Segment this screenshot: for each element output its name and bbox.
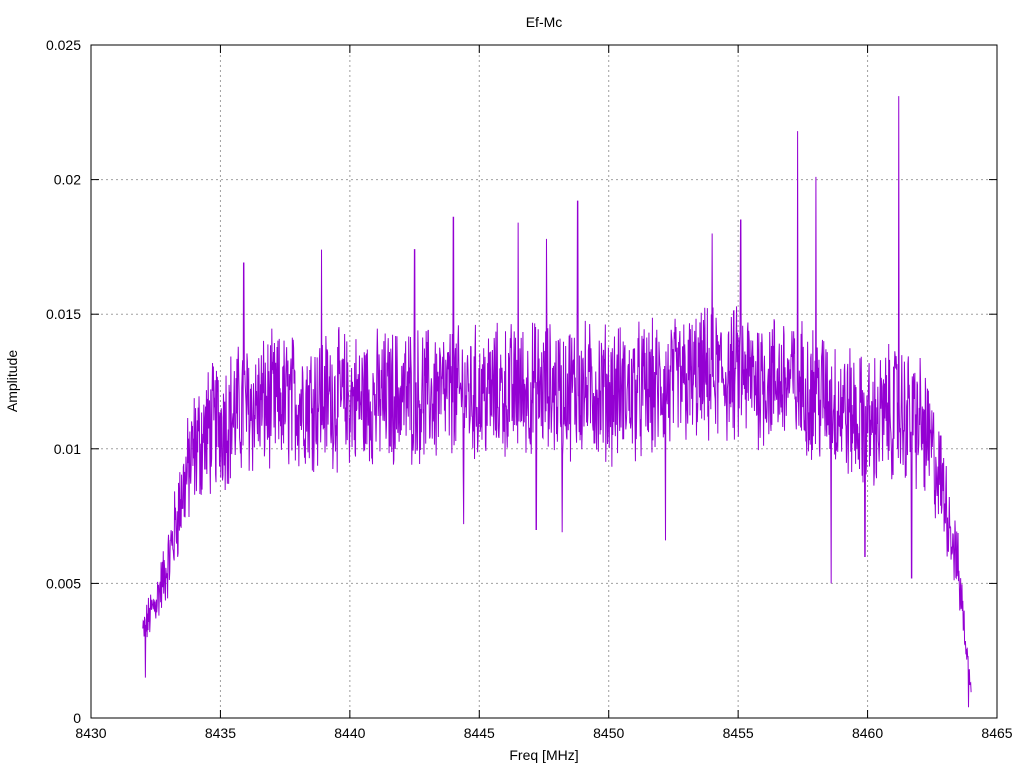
- y-tick-label: 0.025: [46, 37, 81, 53]
- x-tick-label: 8460: [852, 725, 883, 741]
- y-tick-label: 0.015: [46, 306, 81, 322]
- chart-title: Ef-Mc: [526, 14, 563, 30]
- x-tick-label: 8440: [334, 725, 365, 741]
- x-tick-label: 8465: [981, 725, 1012, 741]
- x-tick-label: 8450: [593, 725, 624, 741]
- y-tick-label: 0.005: [46, 575, 81, 591]
- y-tick-label: 0.01: [54, 441, 81, 457]
- line-chart: 8430 8435 8440 8445 8450 8455 8460 8465 0 0.005 0.…: [0, 0, 1024, 768]
- x-tick-label: 8430: [75, 725, 106, 741]
- x-tick-label: 8435: [205, 725, 236, 741]
- x-tick-label: 8455: [723, 725, 754, 741]
- x-axis-label: Freq [MHz]: [509, 747, 578, 763]
- y-axis-label: Amplitude: [4, 350, 20, 412]
- y-tick-label: 0.02: [54, 172, 81, 188]
- x-tick-label: 8445: [464, 725, 495, 741]
- y-tick-label: 0: [73, 710, 81, 726]
